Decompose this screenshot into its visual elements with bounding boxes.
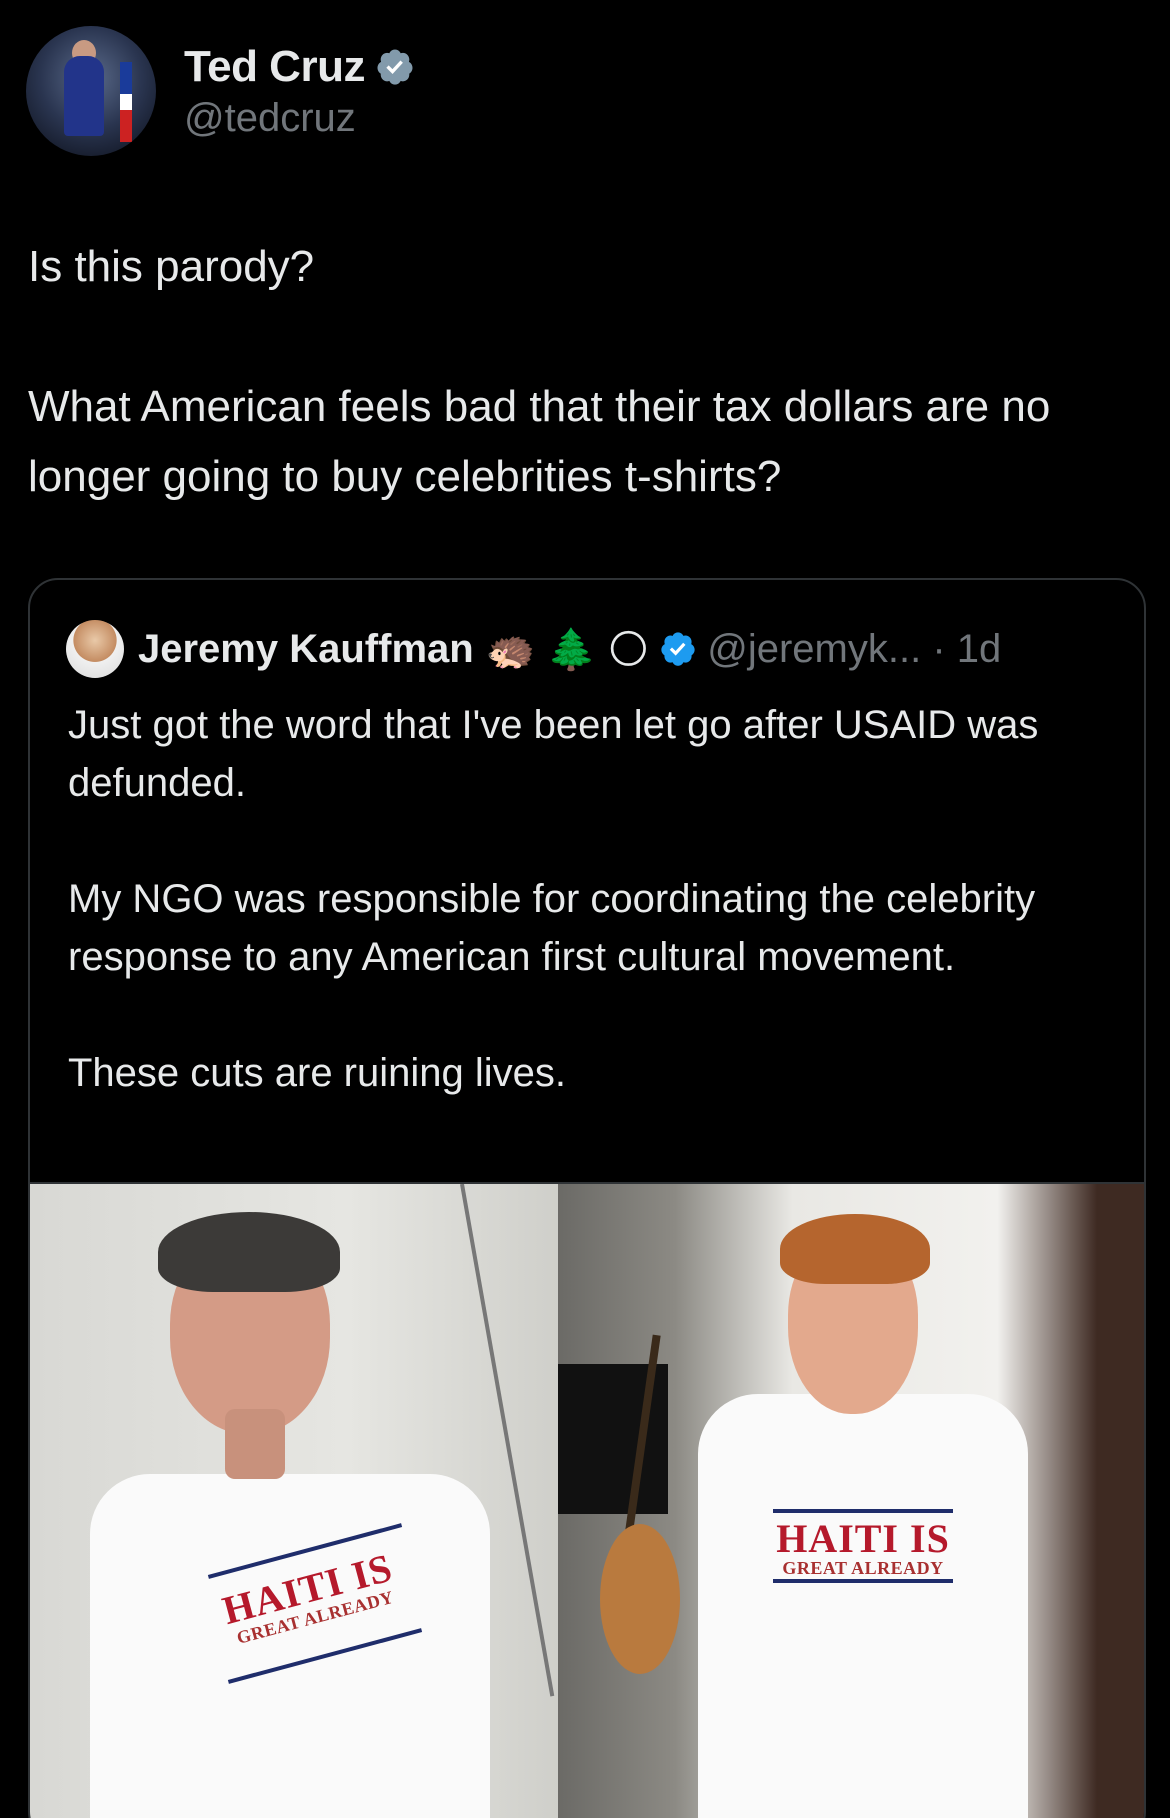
photo-left-panel: HAITI IS GREAT ALREADY: [30, 1184, 558, 1818]
right-shirt-line-2: GREAT ALREADY: [782, 1558, 944, 1578]
quoted-tweet-card[interactable]: Jeremy Kauffman 🦔 🌲 🌕 @jeremyk... · 1d J…: [28, 578, 1146, 1818]
tweet-body: Is this parody? What American feels bad …: [28, 232, 1138, 512]
author-handle[interactable]: @tedcruz: [184, 96, 415, 141]
verified-badge-icon: [661, 632, 695, 666]
quoted-body: Just got the word that I've been let go …: [68, 696, 1108, 1102]
tweet-line-1: Is this parody?: [28, 242, 315, 291]
author-display-name[interactable]: Ted Cruz: [184, 42, 365, 92]
right-shirt-print: HAITI IS GREAT ALREADY: [763, 1516, 963, 1578]
quoted-handle-time[interactable]: @jeremyk... · 1d: [707, 627, 1001, 672]
quoted-header: Jeremy Kauffman 🦔 🌲 🌕 @jeremyk... · 1d: [66, 620, 1001, 678]
quoted-display-name[interactable]: Jeremy Kauffman: [138, 627, 474, 672]
quoted-paragraph: These cuts are ruining lives.: [68, 1051, 567, 1095]
photo-right-panel: HAITI IS GREAT ALREADY: [558, 1184, 1144, 1818]
quoted-paragraph: Just got the word that I've been let go …: [68, 703, 1039, 805]
right-shirt-line-1: HAITI IS: [776, 1516, 950, 1561]
tweet-line-2: What American feels bad that their tax d…: [28, 382, 1051, 501]
quoted-media-image[interactable]: HAITI IS GREAT ALREADY HAITI IS GREAT AL…: [30, 1182, 1144, 1818]
quoted-avatar[interactable]: [66, 620, 124, 678]
tweet-header: Ted Cruz @tedcruz: [26, 26, 415, 156]
author-avatar[interactable]: [26, 26, 156, 156]
verified-badge-icon: [377, 49, 413, 85]
quoted-name-emojis: 🦔 🌲 🌕: [485, 627, 650, 672]
quoted-paragraph: My NGO was responsible for coordinating …: [68, 877, 1036, 979]
tweet-page: Ted Cruz @tedcruz Is this parody? What A…: [0, 0, 1170, 1818]
author-names: Ted Cruz @tedcruz: [184, 42, 415, 141]
